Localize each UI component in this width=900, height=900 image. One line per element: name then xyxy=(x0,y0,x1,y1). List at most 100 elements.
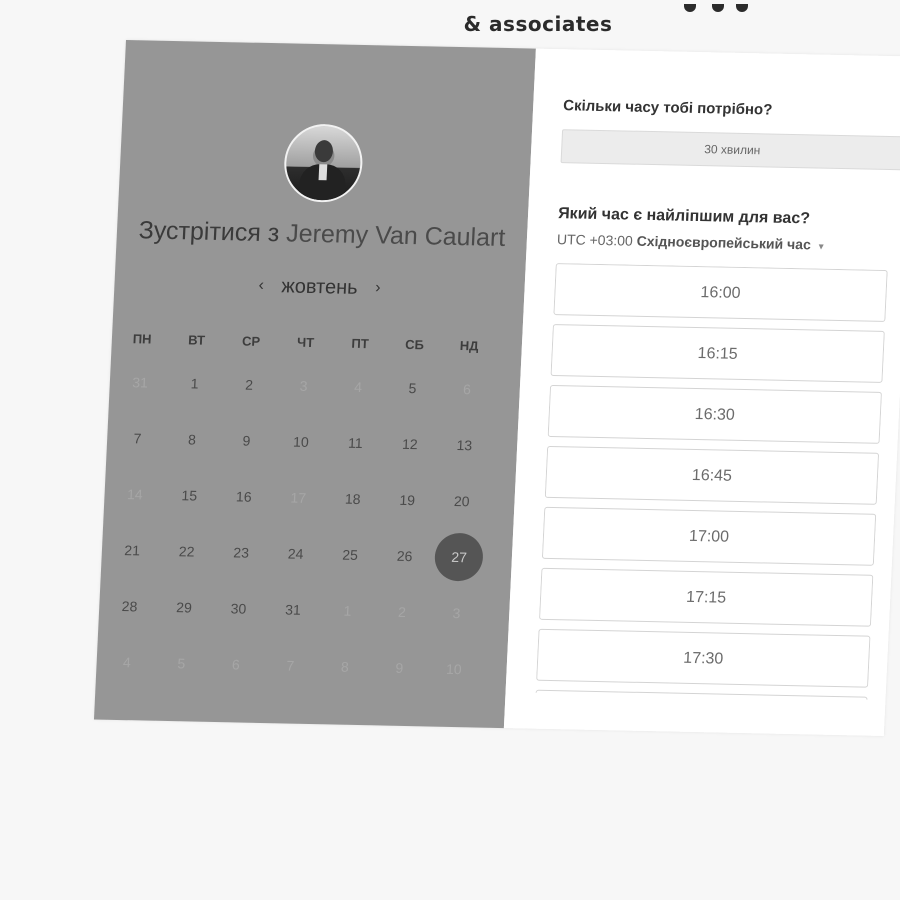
calendar-day-number: 2 xyxy=(244,376,254,393)
calendar-day[interactable]: 29 xyxy=(156,599,211,616)
calendar-day[interactable]: 15 xyxy=(162,487,217,504)
weekday-label: СР xyxy=(241,333,261,349)
calendar-day[interactable]: 25 xyxy=(323,546,378,563)
calendar-panel: Зустрітися з Jeremy Van Caulart ‹ жовтен… xyxy=(93,40,536,729)
time-question: Який час є найліпшим для вас? xyxy=(557,205,811,228)
calendar-day: 6 xyxy=(439,381,494,398)
calendar-day-number: 30 xyxy=(230,600,247,617)
calendar-day-number: 19 xyxy=(399,491,416,509)
weekday-label: ПН xyxy=(132,330,152,347)
calendar-day: 14 xyxy=(107,486,162,503)
meeting-title: Зустрітися з Jeremy Van Caulart xyxy=(116,216,527,254)
host-avatar xyxy=(282,123,365,203)
calendar-day-number: 10 xyxy=(292,433,310,450)
time-selection-panel: Скільки часу тобі потрібно? 30 хвилин Як… xyxy=(503,48,900,737)
calendar-day: 8 xyxy=(317,658,372,675)
calendar-day[interactable]: 24 xyxy=(268,545,323,562)
calendar-day[interactable]: 2 xyxy=(221,376,276,393)
brand-logo-fragment xyxy=(678,4,748,14)
timezone-name: Східноєвропейський час xyxy=(636,232,812,253)
time-slot-button[interactable] xyxy=(535,689,868,700)
time-slot-button[interactable]: 16:30 xyxy=(547,384,882,444)
time-slot-button[interactable]: 16:00 xyxy=(553,263,888,322)
calendar-day[interactable]: 8 xyxy=(164,431,219,448)
calendar-day: 1 xyxy=(320,602,375,619)
calendar-day-number: 17 xyxy=(290,489,307,506)
calendar-day[interactable]: 18 xyxy=(325,490,380,507)
calendar-day-number: 7 xyxy=(286,657,295,674)
next-month-button[interactable]: › xyxy=(375,279,381,297)
weekday-label: ВТ xyxy=(187,331,206,348)
calendar-day-number: 9 xyxy=(395,659,404,676)
calendar-day[interactable]: 5 xyxy=(385,380,440,397)
calendar-day-number: 27 xyxy=(434,532,485,582)
calendar-day-number: 24 xyxy=(287,545,304,562)
calendar-day[interactable]: 19 xyxy=(380,491,435,508)
calendar-grid: ПН ВТ СР ЧТ ПТ СБ НД 31 1 2 3 4 5 6 7 8 9 10 11 12 13 14 15 16… xyxy=(98,322,505,698)
calendar-day[interactable]: 22 xyxy=(159,543,214,560)
calendar-day: 31 xyxy=(113,374,168,391)
calendar-day-number: 22 xyxy=(178,543,195,560)
calendar-day-number: 21 xyxy=(124,542,141,559)
weekday-label: СБ xyxy=(404,336,425,352)
calendar-day: 5 xyxy=(154,655,209,672)
timezone-selector[interactable]: UTC +03:00 Східноєвропейський час ▾ xyxy=(557,231,825,253)
calendar-day-number: 3 xyxy=(299,377,308,394)
calendar-day-number: 25 xyxy=(341,546,359,563)
calendar-day-number: 1 xyxy=(190,375,199,392)
calendar-day[interactable]: 30 xyxy=(211,600,266,617)
month-navigation: ‹ жовтень › xyxy=(114,272,525,304)
calendar-day[interactable]: 12 xyxy=(382,435,437,452)
brand-tagline: & associates xyxy=(463,12,613,36)
calendar-day-number: 2 xyxy=(397,603,407,620)
calendar-day-number: 1 xyxy=(343,602,352,619)
calendar-day-selected[interactable]: 27 xyxy=(431,532,488,582)
calendar-day[interactable]: 10 xyxy=(273,433,328,450)
calendar-day-number: 8 xyxy=(340,658,350,675)
calendar-day-number: 5 xyxy=(177,655,186,672)
calendar-day-number: 12 xyxy=(401,435,419,453)
calendar-week-row: 14 15 16 17 18 19 20 xyxy=(106,466,499,530)
calendar-day-number: 15 xyxy=(181,487,198,504)
time-slot-button[interactable]: 17:00 xyxy=(541,506,877,566)
calendar-week-row: 21 22 23 24 25 26 27 xyxy=(104,522,497,586)
month-label: жовтень xyxy=(280,275,359,299)
weekday-label: ПТ xyxy=(351,335,370,351)
calendar-day-number: 11 xyxy=(347,434,364,452)
duration-question: Скільки часу тобі потрібно? xyxy=(562,97,773,119)
calendar-day: 3 xyxy=(429,604,484,621)
calendar-day: 4 xyxy=(99,654,154,671)
calendar-day-number: 9 xyxy=(242,432,251,449)
calendar-day[interactable]: 28 xyxy=(102,598,157,615)
time-slot-button[interactable]: 16:45 xyxy=(544,445,880,505)
calendar-day[interactable]: 31 xyxy=(265,601,320,618)
calendar-day[interactable]: 9 xyxy=(219,432,274,449)
calendar-day[interactable]: 20 xyxy=(434,493,489,510)
calendar-day-number: 5 xyxy=(408,380,417,397)
calendar-day-number: 13 xyxy=(456,437,473,454)
calendar-day[interactable]: 13 xyxy=(437,437,492,454)
booking-widget: Зустрітися з Jeremy Van Caulart ‹ жовтен… xyxy=(93,40,900,737)
calendar-day: 9 xyxy=(372,659,427,676)
prev-month-button[interactable]: ‹ xyxy=(258,277,264,295)
calendar-week-row: 28 29 30 31 1 2 3 xyxy=(101,578,494,642)
calendar-day[interactable]: 23 xyxy=(214,544,269,561)
calendar-day[interactable]: 1 xyxy=(167,375,222,392)
meeting-title-prefix: Зустрітися з xyxy=(138,216,280,248)
time-slot-button[interactable]: 17:15 xyxy=(538,567,874,627)
calendar-day[interactable]: 7 xyxy=(110,430,165,447)
duration-select[interactable]: 30 хвилин xyxy=(560,129,900,171)
calendar-day: 4 xyxy=(330,378,385,395)
time-slot-button[interactable]: 17:30 xyxy=(536,628,871,688)
calendar-day: 7 xyxy=(263,657,318,674)
calendar-day-number: 23 xyxy=(233,544,250,561)
time-slot-button[interactable]: 16:15 xyxy=(550,324,885,383)
calendar-day[interactable]: 11 xyxy=(328,434,383,451)
calendar-day-number: 31 xyxy=(284,601,302,618)
calendar-day: 17 xyxy=(271,489,326,506)
calendar-day[interactable]: 21 xyxy=(105,542,160,559)
calendar-week-row: 7 8 9 10 11 12 13 xyxy=(109,410,502,474)
calendar-day[interactable]: 16 xyxy=(216,488,271,505)
calendar-day[interactable]: 26 xyxy=(377,547,432,564)
calendar-day: 2 xyxy=(374,603,429,620)
